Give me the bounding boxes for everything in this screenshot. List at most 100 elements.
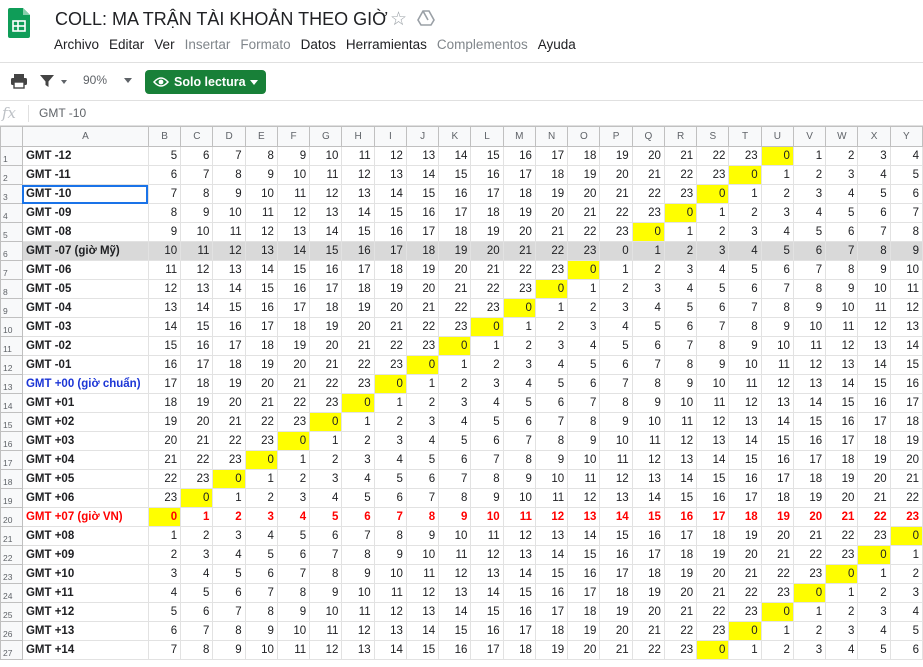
hour-cell[interactable]: 18 xyxy=(534,165,569,185)
hour-cell[interactable]: 5 xyxy=(309,507,343,527)
hour-cell[interactable]: 19 xyxy=(470,222,504,242)
hour-cell[interactable]: 14 xyxy=(212,279,246,299)
hour-cell[interactable]: 18 xyxy=(180,374,214,394)
hour-cell[interactable]: 20 xyxy=(889,450,923,470)
hour-cell[interactable]: 9 xyxy=(438,507,472,527)
hour-cell[interactable]: 4 xyxy=(180,564,214,584)
hour-cell[interactable]: 6 xyxy=(567,374,601,394)
hour-cell[interactable]: 11 xyxy=(147,260,182,280)
hour-cell[interactable]: 7 xyxy=(147,640,182,660)
hour-cell[interactable]: 3 xyxy=(147,564,182,584)
hour-cell[interactable]: 15 xyxy=(373,203,407,223)
hour-cell[interactable]: 5 xyxy=(276,526,311,546)
hour-cell[interactable]: 18 xyxy=(341,279,375,299)
hour-cell[interactable]: 2 xyxy=(825,602,859,622)
column-header-m[interactable]: M xyxy=(502,126,536,147)
midnight-cell[interactable]: 0 xyxy=(631,222,665,242)
row-header[interactable]: 13 xyxy=(0,374,23,394)
hour-cell[interactable]: 9 xyxy=(760,317,794,337)
hour-cell[interactable]: 9 xyxy=(244,165,278,185)
hour-cell[interactable]: 4 xyxy=(825,640,859,660)
hour-cell[interactable]: 20 xyxy=(825,488,859,508)
row-header[interactable]: 10 xyxy=(0,317,23,337)
hour-cell[interactable]: 13 xyxy=(244,241,278,261)
hour-cell[interactable]: 15 xyxy=(147,336,182,356)
hour-cell[interactable]: 15 xyxy=(728,450,762,470)
hour-cell[interactable]: 9 xyxy=(728,336,762,356)
hour-cell[interactable]: 9 xyxy=(825,279,859,299)
midnight-cell[interactable]: 0 xyxy=(438,336,472,356)
hour-cell[interactable]: 19 xyxy=(438,241,472,261)
hour-cell[interactable]: 10 xyxy=(470,507,504,527)
row-header[interactable]: 9 xyxy=(0,298,23,318)
hour-cell[interactable]: 14 xyxy=(405,621,440,641)
hour-cell[interactable]: 20 xyxy=(760,526,794,546)
hour-cell[interactable]: 23 xyxy=(663,640,698,660)
hour-cell[interactable]: 9 xyxy=(567,431,601,451)
hour-cell[interactable]: 10 xyxy=(534,469,569,489)
midnight-cell[interactable]: 0 xyxy=(696,184,730,204)
row-header[interactable]: 21 xyxy=(0,526,23,546)
hour-cell[interactable]: 6 xyxy=(631,336,665,356)
hour-cell[interactable]: 14 xyxy=(373,184,407,204)
hour-cell[interactable]: 7 xyxy=(309,545,343,565)
hour-cell[interactable]: 7 xyxy=(728,298,762,318)
row-header[interactable]: 18 xyxy=(0,469,23,489)
hour-cell[interactable]: 23 xyxy=(180,469,214,489)
hour-cell[interactable]: 13 xyxy=(857,336,891,356)
hour-cell[interactable]: 10 xyxy=(341,583,375,603)
print-icon[interactable] xyxy=(10,73,28,89)
row-header[interactable]: 15 xyxy=(0,412,23,432)
hour-cell[interactable]: 2 xyxy=(212,507,246,527)
hour-cell[interactable]: 7 xyxy=(502,431,536,451)
hour-cell[interactable]: 8 xyxy=(244,146,278,166)
hour-cell[interactable]: 13 xyxy=(889,317,923,337)
row-header[interactable]: 22 xyxy=(0,545,23,565)
hour-cell[interactable]: 18 xyxy=(599,583,633,603)
column-header-y[interactable]: Y xyxy=(889,126,923,147)
hour-cell[interactable]: 9 xyxy=(599,412,633,432)
hour-cell[interactable]: 8 xyxy=(405,507,440,527)
hour-cell[interactable]: 8 xyxy=(825,260,859,280)
hour-cell[interactable]: 17 xyxy=(534,602,569,622)
hour-cell[interactable]: 6 xyxy=(470,431,504,451)
hour-cell[interactable]: 19 xyxy=(373,279,407,299)
hour-cell[interactable]: 4 xyxy=(405,431,440,451)
row-header[interactable]: 17 xyxy=(0,450,23,470)
hour-cell[interactable]: 11 xyxy=(309,165,343,185)
hour-cell[interactable]: 2 xyxy=(276,469,311,489)
hour-cell[interactable]: 14 xyxy=(438,602,472,622)
hour-cell[interactable]: 3 xyxy=(212,526,246,546)
hour-cell[interactable]: 5 xyxy=(889,621,923,641)
hour-cell[interactable]: 15 xyxy=(470,602,504,622)
menu-datos[interactable]: Datos xyxy=(301,37,336,52)
hour-cell[interactable]: 5 xyxy=(244,545,278,565)
hour-cell[interactable]: 13 xyxy=(792,374,827,394)
hour-cell[interactable]: 15 xyxy=(276,260,311,280)
hour-cell[interactable]: 11 xyxy=(341,602,375,622)
hour-cell[interactable]: 4 xyxy=(696,260,730,280)
hour-cell[interactable]: 20 xyxy=(599,165,633,185)
row-header[interactable]: 19 xyxy=(0,488,23,508)
hour-cell[interactable]: 16 xyxy=(857,393,891,413)
hour-cell[interactable]: 5 xyxy=(631,317,665,337)
hour-cell[interactable]: 17 xyxy=(180,355,214,375)
hour-cell[interactable]: 4 xyxy=(276,507,311,527)
hour-cell[interactable]: 2 xyxy=(534,317,569,337)
hour-cell[interactable]: 8 xyxy=(180,184,214,204)
hour-cell[interactable]: 14 xyxy=(147,317,182,337)
hour-cell[interactable]: 16 xyxy=(147,355,182,375)
hour-cell[interactable]: 18 xyxy=(405,241,440,261)
hour-cell[interactable]: 18 xyxy=(825,450,859,470)
hour-cell[interactable]: 23 xyxy=(534,260,569,280)
hour-cell[interactable]: 1 xyxy=(147,526,182,546)
hour-cell[interactable]: 13 xyxy=(341,640,375,660)
hour-cell[interactable]: 17 xyxy=(760,469,794,489)
hour-cell[interactable]: 23 xyxy=(728,602,762,622)
hour-cell[interactable]: 6 xyxy=(825,222,859,242)
hour-cell[interactable]: 15 xyxy=(792,412,827,432)
hour-cell[interactable]: 13 xyxy=(825,355,859,375)
hour-cell[interactable]: 1 xyxy=(696,203,730,223)
hour-cell[interactable]: 16 xyxy=(405,203,440,223)
column-header-s[interactable]: S xyxy=(696,126,730,147)
